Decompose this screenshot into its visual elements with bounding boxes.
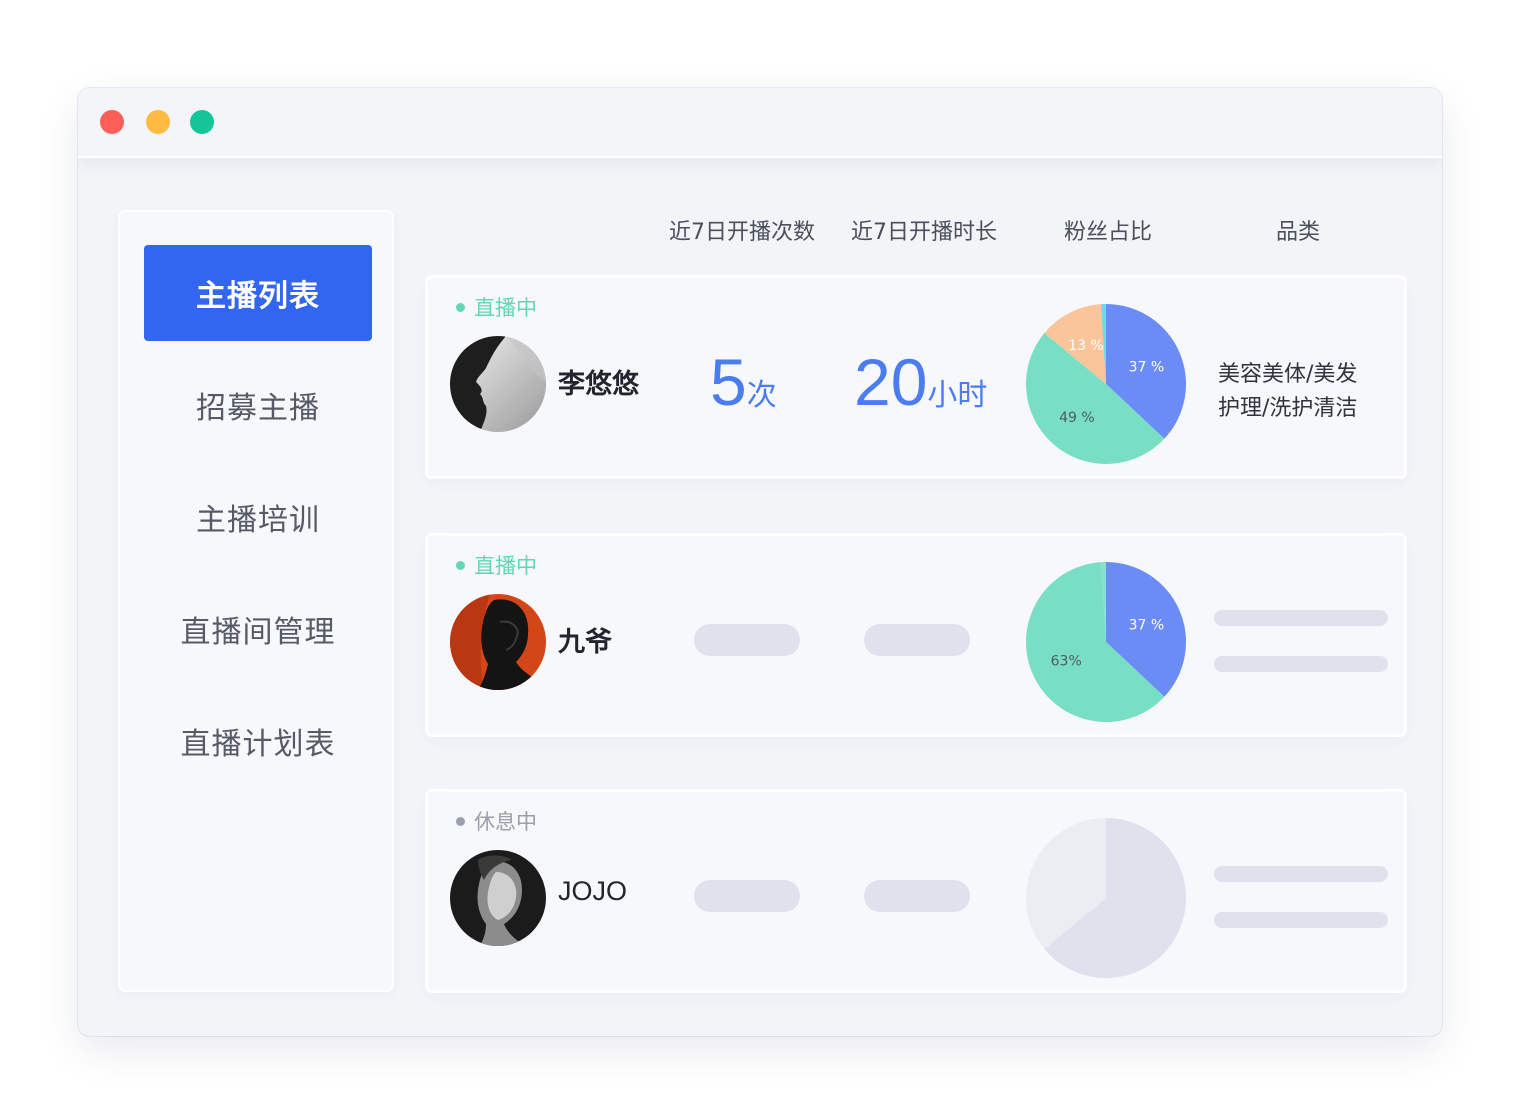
category-line: 护理/洗护清洁 (1218, 396, 1358, 421)
sidebar-item-streamer-training[interactable]: 主播培训 (144, 469, 372, 565)
sidebar-item-recruit-streamers[interactable]: 招募主播 (144, 357, 372, 453)
status-resting: 休息中 (456, 806, 537, 836)
status-label: 休息中 (474, 810, 537, 834)
sessions-value: 5 (710, 345, 747, 419)
sidebar: 主播列表 招募主播 主播培训 直播间管理 直播计划表 (120, 212, 392, 990)
pie-slice-label: 37 % (1129, 360, 1165, 376)
sessions-placeholder (694, 624, 800, 656)
category-placeholder (1214, 912, 1388, 928)
category-placeholder (1214, 656, 1388, 672)
category-placeholder (1214, 610, 1388, 626)
category-placeholder (1214, 866, 1388, 882)
status-label: 直播中 (474, 296, 537, 320)
sidebar-item-studio-management[interactable]: 直播间管理 (144, 581, 372, 677)
status-dot-icon (456, 302, 465, 312)
status-dot-icon (456, 560, 465, 570)
minimize-window-button[interactable] (146, 110, 170, 134)
fans-pie-chart: 37 % 63% (1026, 562, 1186, 722)
fans-pie-chart: 37 % 49 % 13 % (1026, 304, 1186, 464)
streamer-name[interactable]: JOJO (558, 876, 627, 907)
category-text: 美容美体/美发 护理/洗护清洁 (1218, 358, 1357, 426)
sidebar-item-live-schedule[interactable]: 直播计划表 (144, 693, 372, 789)
man-portrait-avatar-icon (450, 594, 546, 690)
streamer-card[interactable]: 休息中 JOJO (428, 792, 1404, 990)
pie-slice-label: 49 % (1059, 410, 1095, 426)
category-line: 美容美体/美发 (1218, 362, 1358, 387)
streamer-name[interactable]: 九爷 (558, 620, 612, 659)
woman-portrait-avatar-icon (450, 850, 546, 946)
sessions-placeholder (694, 880, 800, 912)
column-header-fans: 粉丝占比 (1063, 220, 1152, 245)
pie-slice-label: 63% (1051, 654, 1082, 670)
sidebar-item-streamer-list[interactable]: 主播列表 (144, 245, 372, 341)
close-window-button[interactable] (100, 110, 124, 134)
streamer-name[interactable]: 李悠悠 (558, 362, 639, 401)
column-header-sessions: 近7日开播次数 (669, 220, 815, 245)
app-window: 主播列表 招募主播 主播培训 直播间管理 直播计划表 近7日开播次数 近7日开播… (78, 88, 1442, 1036)
pie-slice-label: 37 % (1129, 618, 1165, 634)
sessions-unit: 次 (746, 378, 777, 413)
streamer-card[interactable]: 直播中 九爷 37 % 63% (428, 536, 1404, 734)
status-label: 直播中 (474, 554, 537, 578)
column-header-duration: 近7日开播时长 (851, 220, 997, 245)
fans-pie-chart (1026, 818, 1186, 978)
sessions-metric: 5次 (710, 344, 777, 420)
streamer-card[interactable]: 直播中 李悠悠 5次 20小时 37 % 49 % 13 % 美容美体/美发 护… (428, 278, 1404, 476)
duration-unit: 小时 (927, 378, 988, 413)
duration-metric: 20小时 (854, 344, 987, 420)
duration-placeholder (864, 880, 970, 912)
duration-placeholder (864, 624, 970, 656)
duration-value: 20 (854, 345, 928, 419)
title-bar (78, 88, 1442, 158)
pie-slice-label: 13 % (1068, 338, 1104, 354)
status-live: 直播中 (456, 550, 537, 580)
column-header-category: 品类 (1275, 220, 1320, 245)
woman-profile-avatar-icon (450, 336, 546, 432)
maximize-window-button[interactable] (190, 110, 214, 134)
status-live: 直播中 (456, 292, 537, 322)
status-dot-icon (456, 816, 465, 826)
